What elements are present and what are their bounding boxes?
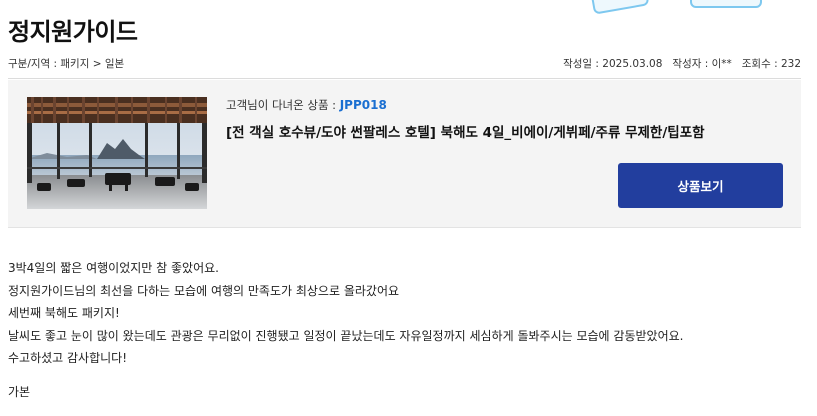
product-code[interactable]: JPP018: [340, 98, 387, 112]
review-line: 정지원가이드님의 최선을 다하는 모습에 여행의 만족도가 최상으로 올라갔어요: [8, 283, 400, 298]
post-meta-info: 작성일 : 2025.03.08 작성자 : 이** 조회수 : 232: [563, 56, 801, 71]
hotel-lake-view-photo: [27, 97, 207, 209]
post-date: 작성일 : 2025.03.08: [563, 58, 663, 70]
product-info: 고객님이 다녀온 상품 : JPP018 [전 객실 호수뷰/도야 썬팔레스 호…: [226, 94, 785, 141]
review-line: 수고하셨고 감사합니다!: [8, 351, 128, 365]
product-review-label: 고객님이 다녀온 상품 : JPP018: [226, 94, 785, 113]
view-product-button[interactable]: 상품보기: [618, 163, 783, 208]
review-body: 3박4일의 짧은 여행이었지만 참 좋았어요. 정지원가이드님의 최선을 다하는…: [8, 257, 807, 403]
product-card: 고객님이 다녀온 상품 : JPP018 [전 객실 호수뷰/도야 썬팔레스 호…: [8, 80, 801, 228]
category-breadcrumb: 구분/지역 : 패키지 > 일본: [8, 58, 125, 70]
decorative-badge: [590, 0, 650, 15]
divider: [8, 78, 801, 79]
view-count: 조회수 : 232: [741, 58, 801, 70]
post-meta: 구분/지역 : 패키지 > 일본 작성일 : 2025.03.08 작성자 : …: [8, 56, 801, 71]
product-name[interactable]: [전 객실 호수뷰/도야 썬팔레스 호텔] 북해도 4일_비에이/게뷔페/주류 …: [226, 121, 785, 141]
post-author: 작성자 : 이**: [672, 58, 732, 70]
review-signature: 가본: [8, 384, 31, 399]
review-line: 세번째 북해도 패키지!: [8, 306, 120, 320]
page-title: 정지원가이드: [8, 18, 138, 46]
review-line: 3박4일의 짧은 여행이었지만 참 좋았어요.: [8, 261, 219, 275]
review-line: 날씨도 좋고 눈이 많이 왔는데도 관광은 무리없이 진행됐고 일정이 끝났는데…: [8, 328, 684, 343]
decorative-badge: [690, 0, 762, 8]
product-thumbnail[interactable]: [27, 97, 207, 209]
review-label: 고객님이 다녀온 상품 :: [226, 98, 340, 112]
